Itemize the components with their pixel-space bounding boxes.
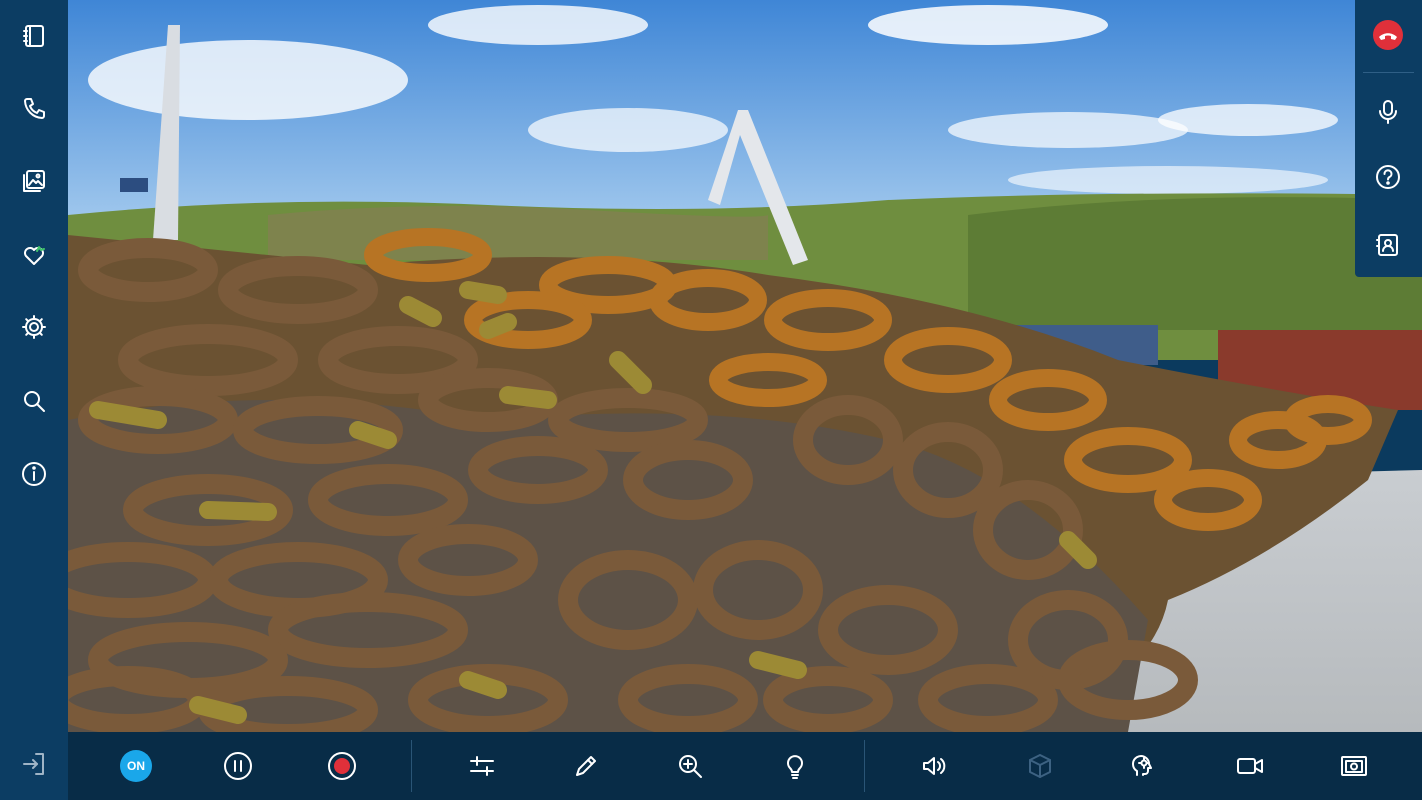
- chain-yard-photo: [68, 0, 1422, 732]
- video-feed[interactable]: [68, 0, 1422, 732]
- gallery-icon: [23, 170, 45, 192]
- logout-icon: [23, 753, 44, 775]
- zoom-button[interactable]: [670, 746, 710, 786]
- search-icon: [24, 391, 45, 412]
- logout-button[interactable]: [14, 744, 54, 784]
- pause-button[interactable]: [218, 746, 258, 786]
- ai-assist-icon: [1132, 755, 1152, 776]
- video-camera-icon: [1237, 758, 1263, 774]
- lightbulb-icon: [787, 755, 803, 779]
- bottom-toolbar: ON: [68, 732, 1422, 800]
- volume-icon: [923, 757, 946, 775]
- left-sidebar: [0, 0, 68, 800]
- draw-button[interactable]: [566, 746, 606, 786]
- adjust-sliders-icon: [470, 756, 494, 776]
- call-panel: [1355, 0, 1422, 277]
- contact-card-button[interactable]: [1367, 224, 1409, 266]
- video-button[interactable]: [1230, 746, 1270, 786]
- microphone-button[interactable]: [1367, 91, 1409, 133]
- 3d-box-icon: [1029, 754, 1051, 778]
- end-call-icon: [1373, 20, 1403, 50]
- panel-divider: [1363, 72, 1414, 73]
- notebook-icon: [23, 25, 44, 47]
- toolbar-divider: [864, 740, 865, 792]
- snapshot-button[interactable]: [1334, 746, 1374, 786]
- contact-card-icon: [1376, 234, 1398, 256]
- health-button[interactable]: [14, 235, 54, 275]
- search-button[interactable]: [14, 381, 54, 421]
- pause-icon: [224, 752, 252, 780]
- record-button[interactable]: [322, 746, 362, 786]
- toolbar-divider: [411, 740, 412, 792]
- on-toggle-button[interactable]: ON: [116, 746, 156, 786]
- info-icon: [22, 462, 46, 486]
- record-icon: [328, 752, 356, 780]
- flashlight-button[interactable]: [775, 746, 815, 786]
- on-status-badge: ON: [120, 750, 152, 782]
- zoom-in-icon: [679, 755, 702, 778]
- microphone-icon: [1379, 100, 1397, 124]
- 3d-model-button[interactable]: [1020, 746, 1060, 786]
- info-button[interactable]: [14, 454, 54, 494]
- phone-icon: [24, 98, 45, 119]
- pencil-icon: [576, 756, 596, 776]
- volume-button[interactable]: [914, 746, 954, 786]
- adjust-button[interactable]: [462, 746, 502, 786]
- end-call-button[interactable]: [1367, 14, 1409, 56]
- settings-button[interactable]: [14, 307, 54, 347]
- settings-gear-icon: [22, 315, 46, 339]
- snapshot-icon: [1341, 756, 1367, 776]
- health-heart-icon: [24, 246, 45, 265]
- help-button[interactable]: [1367, 156, 1409, 198]
- gallery-button[interactable]: [14, 161, 54, 201]
- help-icon: [1376, 165, 1400, 189]
- ai-assist-button[interactable]: [1124, 746, 1164, 786]
- notebook-button[interactable]: [14, 16, 54, 56]
- phone-button[interactable]: [14, 89, 54, 129]
